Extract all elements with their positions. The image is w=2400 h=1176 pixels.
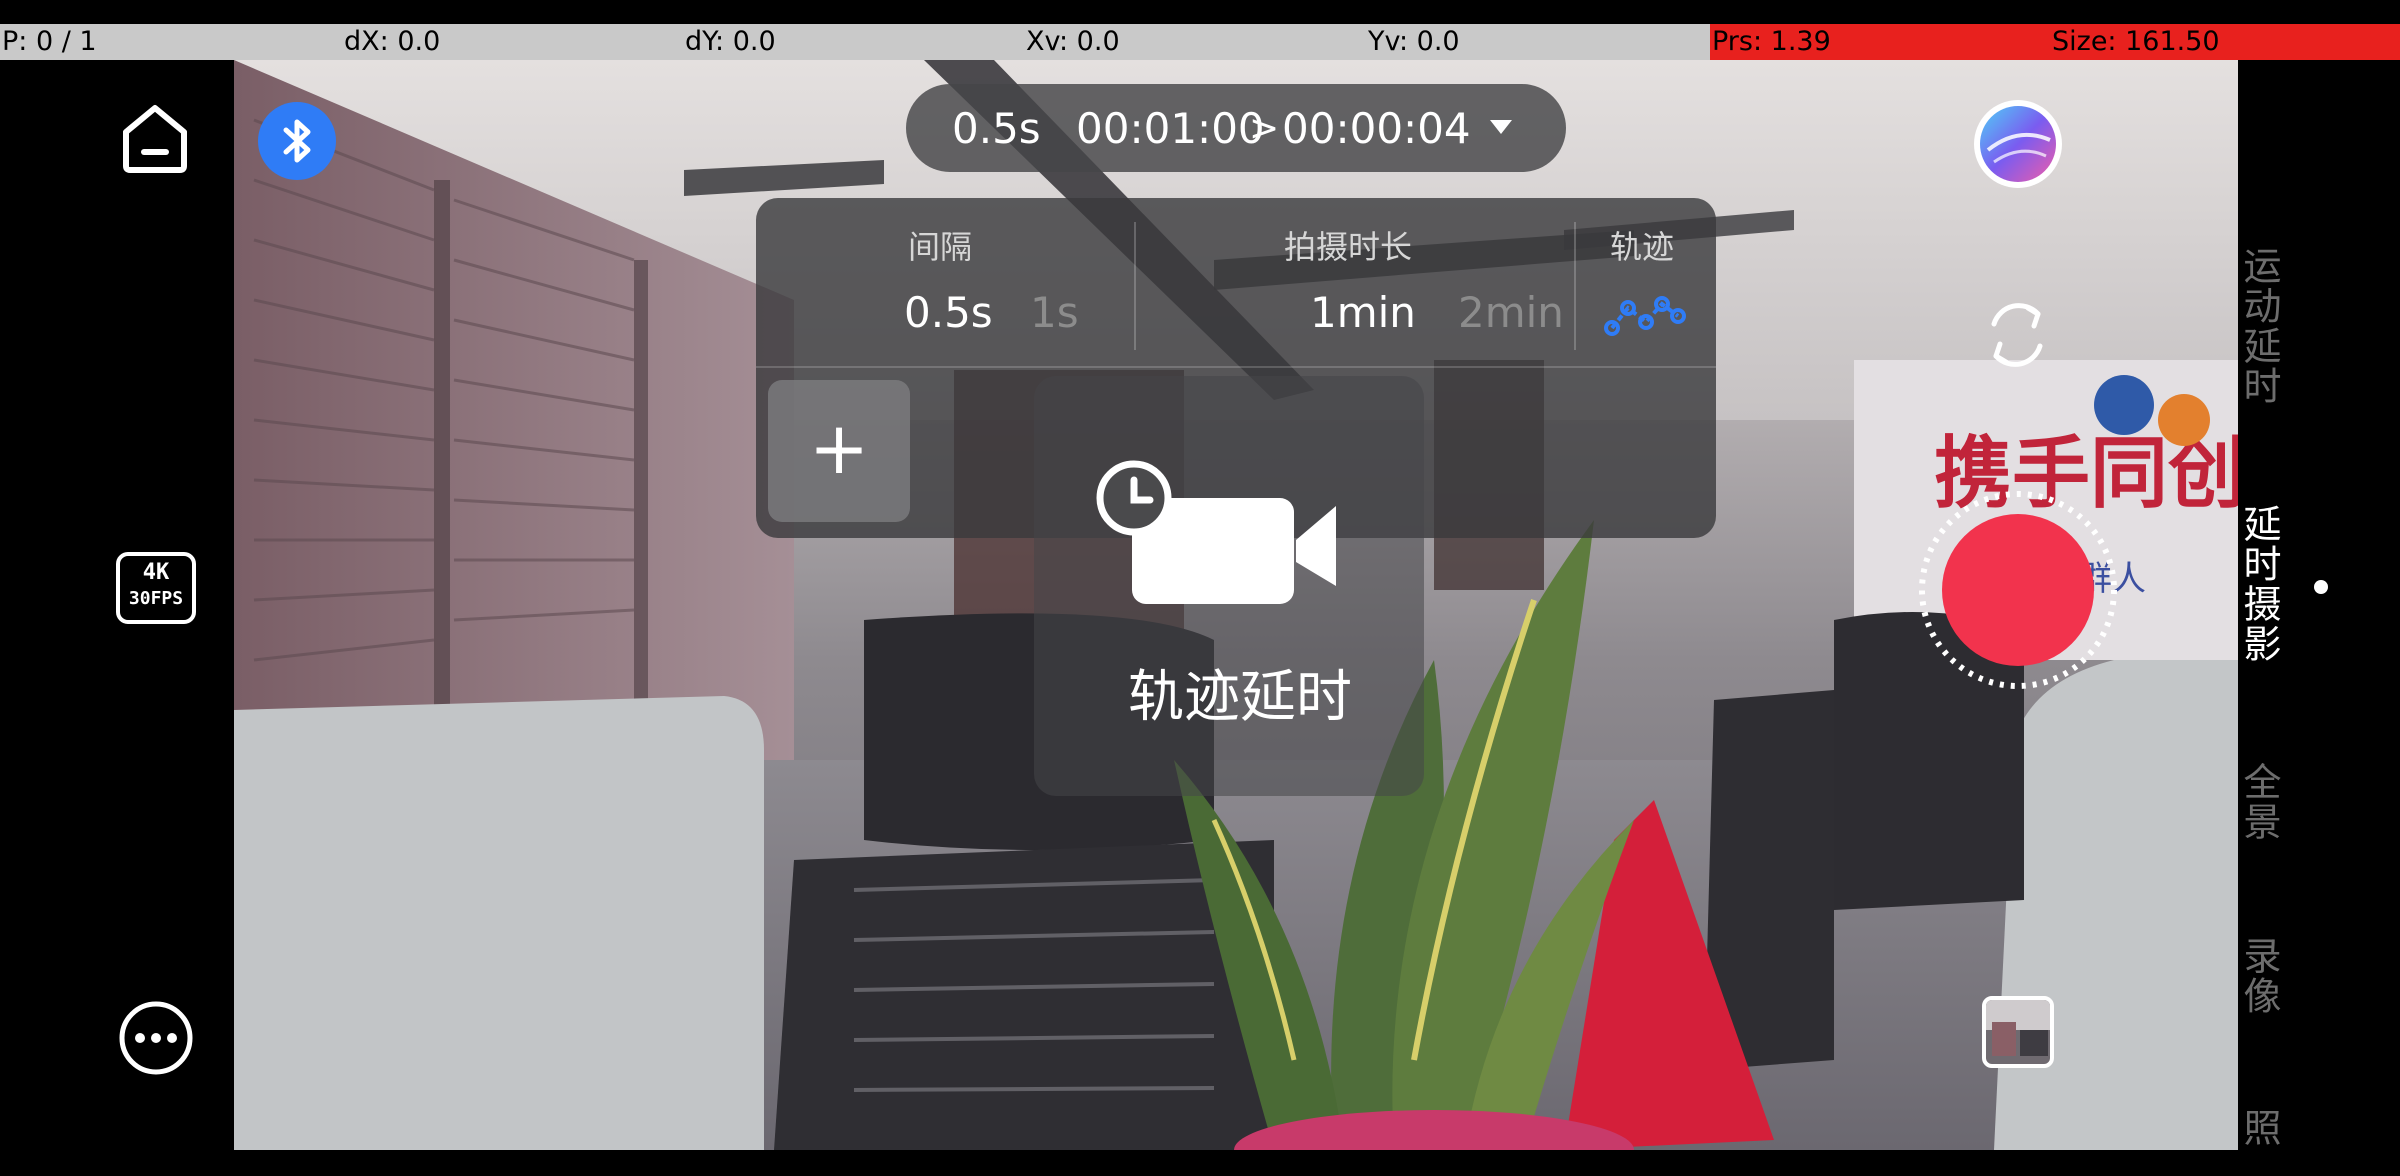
timelapse-summary-pill[interactable]: 0.5s 00:01:00 > 00:00:04 <box>906 84 1566 172</box>
timelapse-camera-icon <box>1096 458 1342 608</box>
quality-badge[interactable]: 4K 30FPS <box>116 552 196 624</box>
interval-option-1s[interactable]: 1s <box>1030 288 1079 337</box>
pointer-debug-bar: P: 0 / 1 dX: 0.0 dY: 0.0 Xv: 0.0 Yv: 0.0… <box>0 24 2400 60</box>
mode-video[interactable]: 录像 <box>2232 936 2287 1016</box>
panel-divider <box>1134 222 1136 350</box>
switch-camera-icon[interactable] <box>1976 294 2058 376</box>
pill-output-duration: 00:00:04 <box>1282 104 1471 153</box>
more-icon[interactable] <box>118 1000 194 1076</box>
debug-dy: dY: 0.0 <box>685 26 776 57</box>
path-trajectory-icon[interactable] <box>1604 294 1686 338</box>
record-button[interactable] <box>1916 488 2120 692</box>
interval-label: 间隔 <box>908 228 973 266</box>
debug-pressure: Prs: 1.39 <box>1712 26 1831 57</box>
duration-option-1min[interactable]: 1min <box>1310 288 1416 337</box>
gimbal-app-icon[interactable] <box>1974 100 2062 188</box>
mode-panorama[interactable]: 全景 <box>2232 762 2287 842</box>
bluetooth-icon[interactable] <box>258 102 336 180</box>
debug-pointer-count: P: 0 / 1 <box>2 26 97 57</box>
pill-interval: 0.5s <box>952 104 1041 153</box>
debug-size: Size: 161.50 <box>2052 26 2220 57</box>
plus-icon: + <box>808 406 870 490</box>
debug-xv: Xv: 0.0 <box>1026 26 1120 57</box>
panel-horizontal-divider <box>756 366 1716 368</box>
pill-duration: 00:01:00 <box>1076 104 1265 153</box>
debug-dx: dX: 0.0 <box>344 26 441 57</box>
add-keyframe-button[interactable]: + <box>768 380 910 522</box>
quality-badge-fps: 30FPS <box>128 588 184 609</box>
mode-title: 轨迹延时 <box>1128 665 1352 730</box>
mode-motion-timelapse[interactable]: 运动延时 <box>2232 246 2287 406</box>
panel-divider <box>1574 222 1576 350</box>
duration-label: 拍摄时长 <box>1284 228 1413 266</box>
interval-option-0-5s[interactable]: 0.5s <box>904 288 993 337</box>
duration-option-2min[interactable]: 2min <box>1458 288 1564 337</box>
mode-indicator-dot <box>2314 580 2328 594</box>
mode-timelapse[interactable]: 延时摄影 <box>2232 504 2287 664</box>
quality-badge-resolution: 4K <box>142 560 170 585</box>
caret-down-icon[interactable] <box>1490 120 1512 134</box>
path-label: 轨迹 <box>1610 228 1675 266</box>
pill-arrow: > <box>1249 108 1280 149</box>
mode-photo[interactable]: 照 <box>2232 1108 2287 1148</box>
gallery-thumbnail[interactable] <box>1982 996 2054 1068</box>
debug-yv: Yv: 0.0 <box>1368 26 1460 57</box>
home-icon[interactable] <box>118 100 192 174</box>
